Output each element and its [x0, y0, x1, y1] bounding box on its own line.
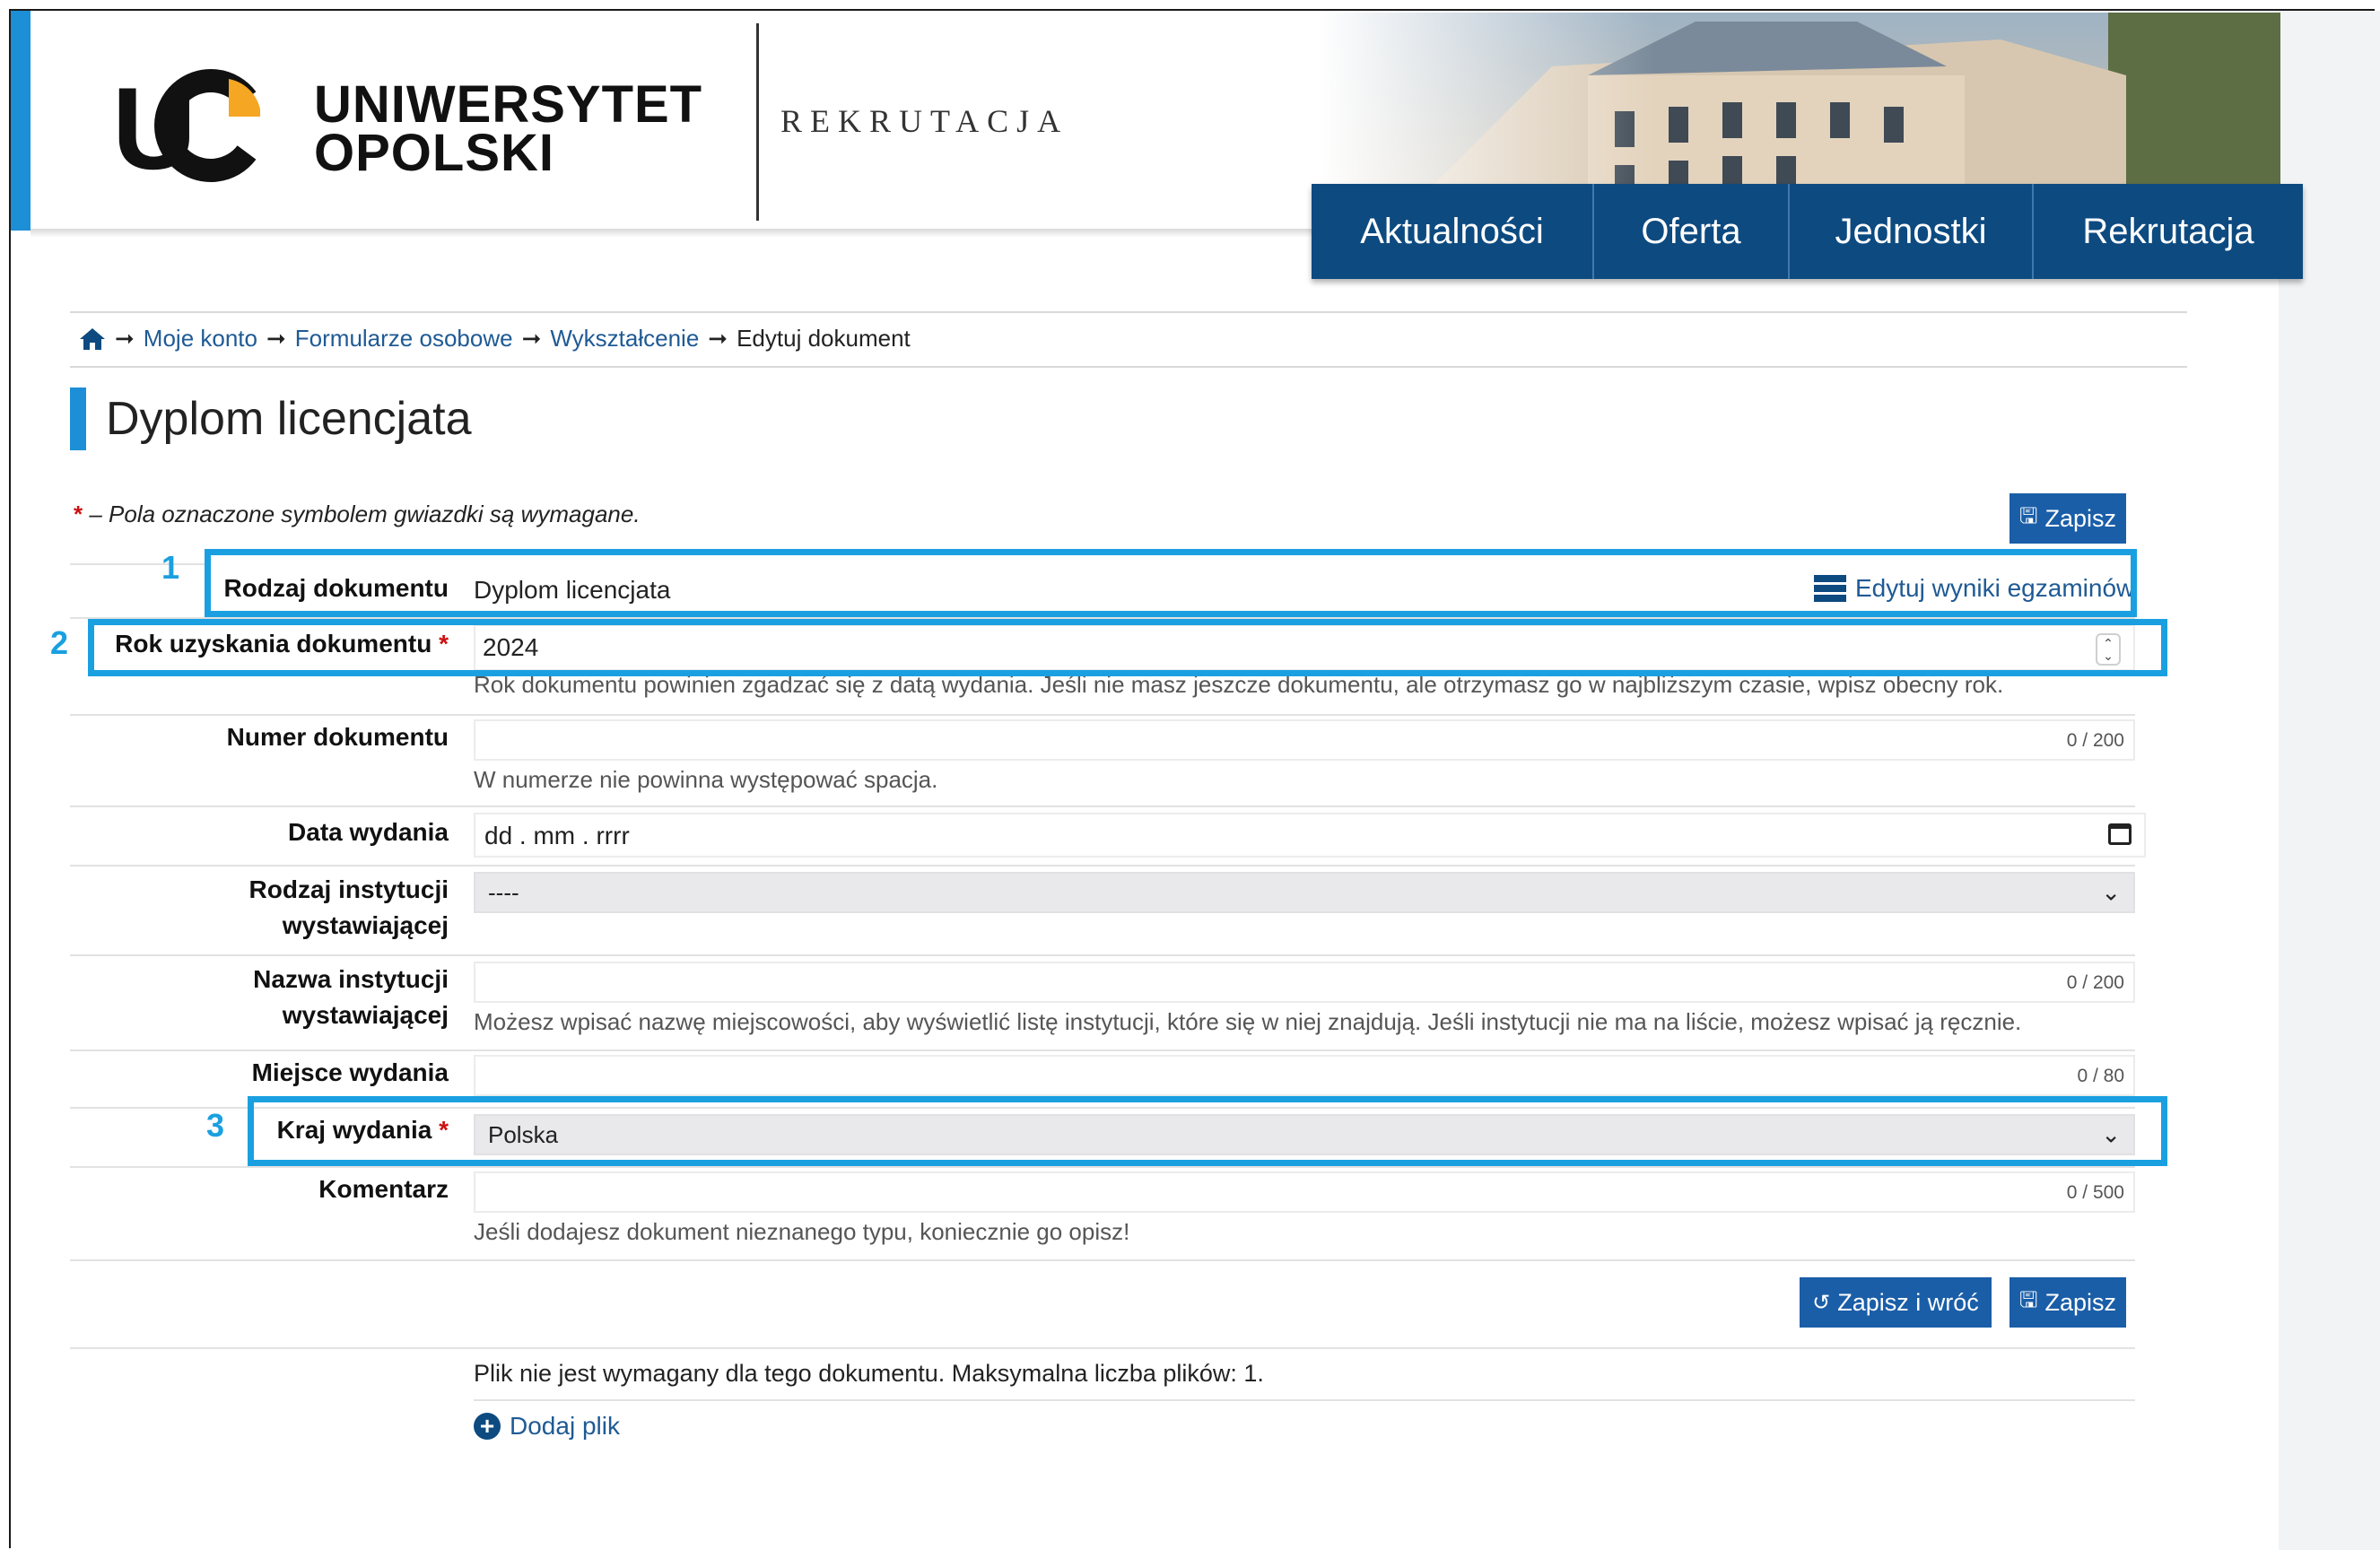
- home-icon[interactable]: [79, 327, 106, 352]
- institution-name-input[interactable]: 0 / 200: [474, 962, 2135, 1003]
- issue-place-label: Miejsce wydania: [251, 1058, 449, 1086]
- header-divider: [756, 23, 759, 221]
- required-note-text: – Pola oznaczone symbolem gwiazdki są wy…: [89, 501, 641, 527]
- row-divider: [70, 954, 2135, 956]
- institution-name-label: Nazwa instytucji wystawiającej: [179, 962, 449, 1033]
- row-divider: [70, 805, 2135, 807]
- file-requirement-note: Plik nie jest wymagany dla tego dokument…: [474, 1360, 1264, 1387]
- nav-item-oferta[interactable]: Oferta: [1594, 184, 1790, 279]
- save-and-back-label: Zapisz i wróć: [1837, 1288, 1979, 1316]
- save-and-back-button[interactable]: ↺ Zapisz i wróć: [1800, 1277, 1992, 1328]
- comment-label: Komentarz: [318, 1175, 449, 1203]
- institution-type-label-line1: Rodzaj instytucji: [248, 875, 449, 903]
- institution-type-value: ----: [488, 878, 519, 906]
- required-fields-note: * – Pola oznaczone symbolem gwiazdki są …: [74, 501, 641, 528]
- breadcrumb-arrow-icon: ➞: [266, 325, 286, 352]
- issue-place-counter: 0 / 80: [2077, 1066, 2124, 1086]
- breadcrumb-moje-konto[interactable]: Moje konto: [144, 325, 257, 353]
- chevron-down-icon: ⌄: [2101, 878, 2121, 906]
- institution-name-counter: 0 / 200: [2066, 972, 2124, 993]
- left-accent-bar: [11, 11, 31, 231]
- comment-counter: 0 / 500: [2066, 1182, 2124, 1203]
- save-button-bottom-label: Zapisz: [2044, 1288, 2116, 1316]
- row-divider: [70, 1259, 2135, 1261]
- add-file-label: Dodaj plik: [510, 1412, 620, 1440]
- breadcrumb-formularze[interactable]: Formularze osobowe: [295, 325, 513, 353]
- row-divider: [70, 1049, 2135, 1051]
- annotation-number-3: 3: [206, 1107, 225, 1144]
- institution-name-label-line2: wystawiającej: [282, 1001, 449, 1029]
- nav-item-jednostki[interactable]: Jednostki: [1790, 184, 2034, 279]
- breadcrumb-arrow-icon: ➞: [708, 325, 728, 352]
- row-divider: [474, 1399, 2135, 1401]
- plus-circle-icon: +: [474, 1413, 501, 1440]
- logo-line-2: OPOLSKI: [314, 124, 555, 182]
- save-button-top[interactable]: 🖫 Zapisz: [2009, 493, 2126, 544]
- required-star: *: [74, 501, 83, 527]
- breadcrumb-current: Edytuj dokument: [737, 325, 911, 352]
- issue-date-placeholder: dd . mm . rrrr: [484, 822, 630, 849]
- undo-icon: ↺: [1812, 1290, 1831, 1315]
- row-divider: [70, 1166, 2135, 1168]
- institution-type-label: Rodzaj instytucji wystawiającej: [179, 872, 449, 944]
- calendar-icon[interactable]: [2108, 823, 2132, 845]
- save-button-bottom[interactable]: 🖫 Zapisz: [2009, 1277, 2126, 1328]
- institution-type-label-line2: wystawiającej: [282, 911, 449, 939]
- breadcrumb-arrow-icon: ➞: [115, 325, 135, 352]
- row-divider: [70, 1347, 2135, 1349]
- doc-number-counter: 0 / 200: [2066, 730, 2124, 751]
- campus-photo: [1319, 13, 2280, 192]
- row-divider: [70, 714, 2135, 716]
- annotation-box-2: [88, 619, 2167, 676]
- floppy-disk-icon: 🖫: [2019, 503, 2038, 528]
- comment-input[interactable]: 0 / 500: [474, 1171, 2135, 1213]
- comment-help-text: Jeśli dodajesz dokument nieznanego typu,…: [474, 1218, 1130, 1245]
- page-title: Dyplom licencjata: [106, 393, 472, 445]
- screen: U UNIWERSYTET OPOLSKI REKRUTACJA Aktualn…: [0, 0, 2380, 1550]
- institution-type-select[interactable]: ---- ⌄: [474, 872, 2135, 913]
- issue-place-input[interactable]: 0 / 80: [474, 1055, 2135, 1096]
- nav-item-aktualnosci[interactable]: Aktualności: [1312, 184, 1594, 279]
- breadcrumb: ➞ Moje konto ➞ Formularze osobowe ➞ Wyks…: [79, 325, 911, 353]
- university-logo[interactable]: U UNIWERSYTET OPOLSKI: [90, 63, 718, 188]
- doc-number-help-text: W numerze nie powinna występować spacja.: [474, 766, 938, 793]
- logo-mark-icon: U: [112, 63, 260, 188]
- annotation-number-2: 2: [50, 624, 69, 661]
- section-label: REKRUTACJA: [780, 103, 1069, 139]
- doc-number-label: Numer dokumentu: [226, 723, 449, 751]
- add-file-link[interactable]: + Dodaj plik: [474, 1412, 620, 1441]
- row-divider: [70, 563, 205, 565]
- save-button-top-label: Zapisz: [2044, 504, 2116, 532]
- issue-date-input[interactable]: dd . mm . rrrr: [474, 813, 2146, 858]
- annotation-box-3: [248, 1096, 2167, 1166]
- institution-name-help-text: Możesz wpisać nazwę miejscowości, aby wy…: [474, 1008, 2022, 1035]
- logo-line-1: UNIWERSYTET: [314, 75, 703, 134]
- breadcrumb-bottom-rule: [70, 366, 2187, 368]
- row-divider: [70, 865, 2135, 866]
- annotation-box-1: [205, 549, 2137, 617]
- doc-number-input[interactable]: 0 / 200: [474, 719, 2135, 761]
- institution-name-label-line1: Nazwa instytucji: [253, 965, 449, 993]
- nav-item-rekrutacja[interactable]: Rekrutacja: [2034, 184, 2303, 279]
- annotation-number-1: 1: [161, 549, 180, 586]
- breadcrumb-arrow-icon: ➞: [521, 325, 542, 352]
- breadcrumb-top-rule: [70, 311, 2187, 313]
- issue-date-label: Data wydania: [288, 818, 449, 846]
- logo-wordmark: UNIWERSYTET OPOLSKI: [314, 75, 703, 182]
- floppy-disk-icon: 🖫: [2019, 1287, 2038, 1312]
- main-nav: Aktualności Oferta Jednostki Rekrutacja: [1312, 184, 2303, 279]
- breadcrumb-wyksztalcenie[interactable]: Wykształcenie: [550, 325, 699, 353]
- header-shadow: [31, 229, 1313, 238]
- page-title-accent: [70, 388, 86, 450]
